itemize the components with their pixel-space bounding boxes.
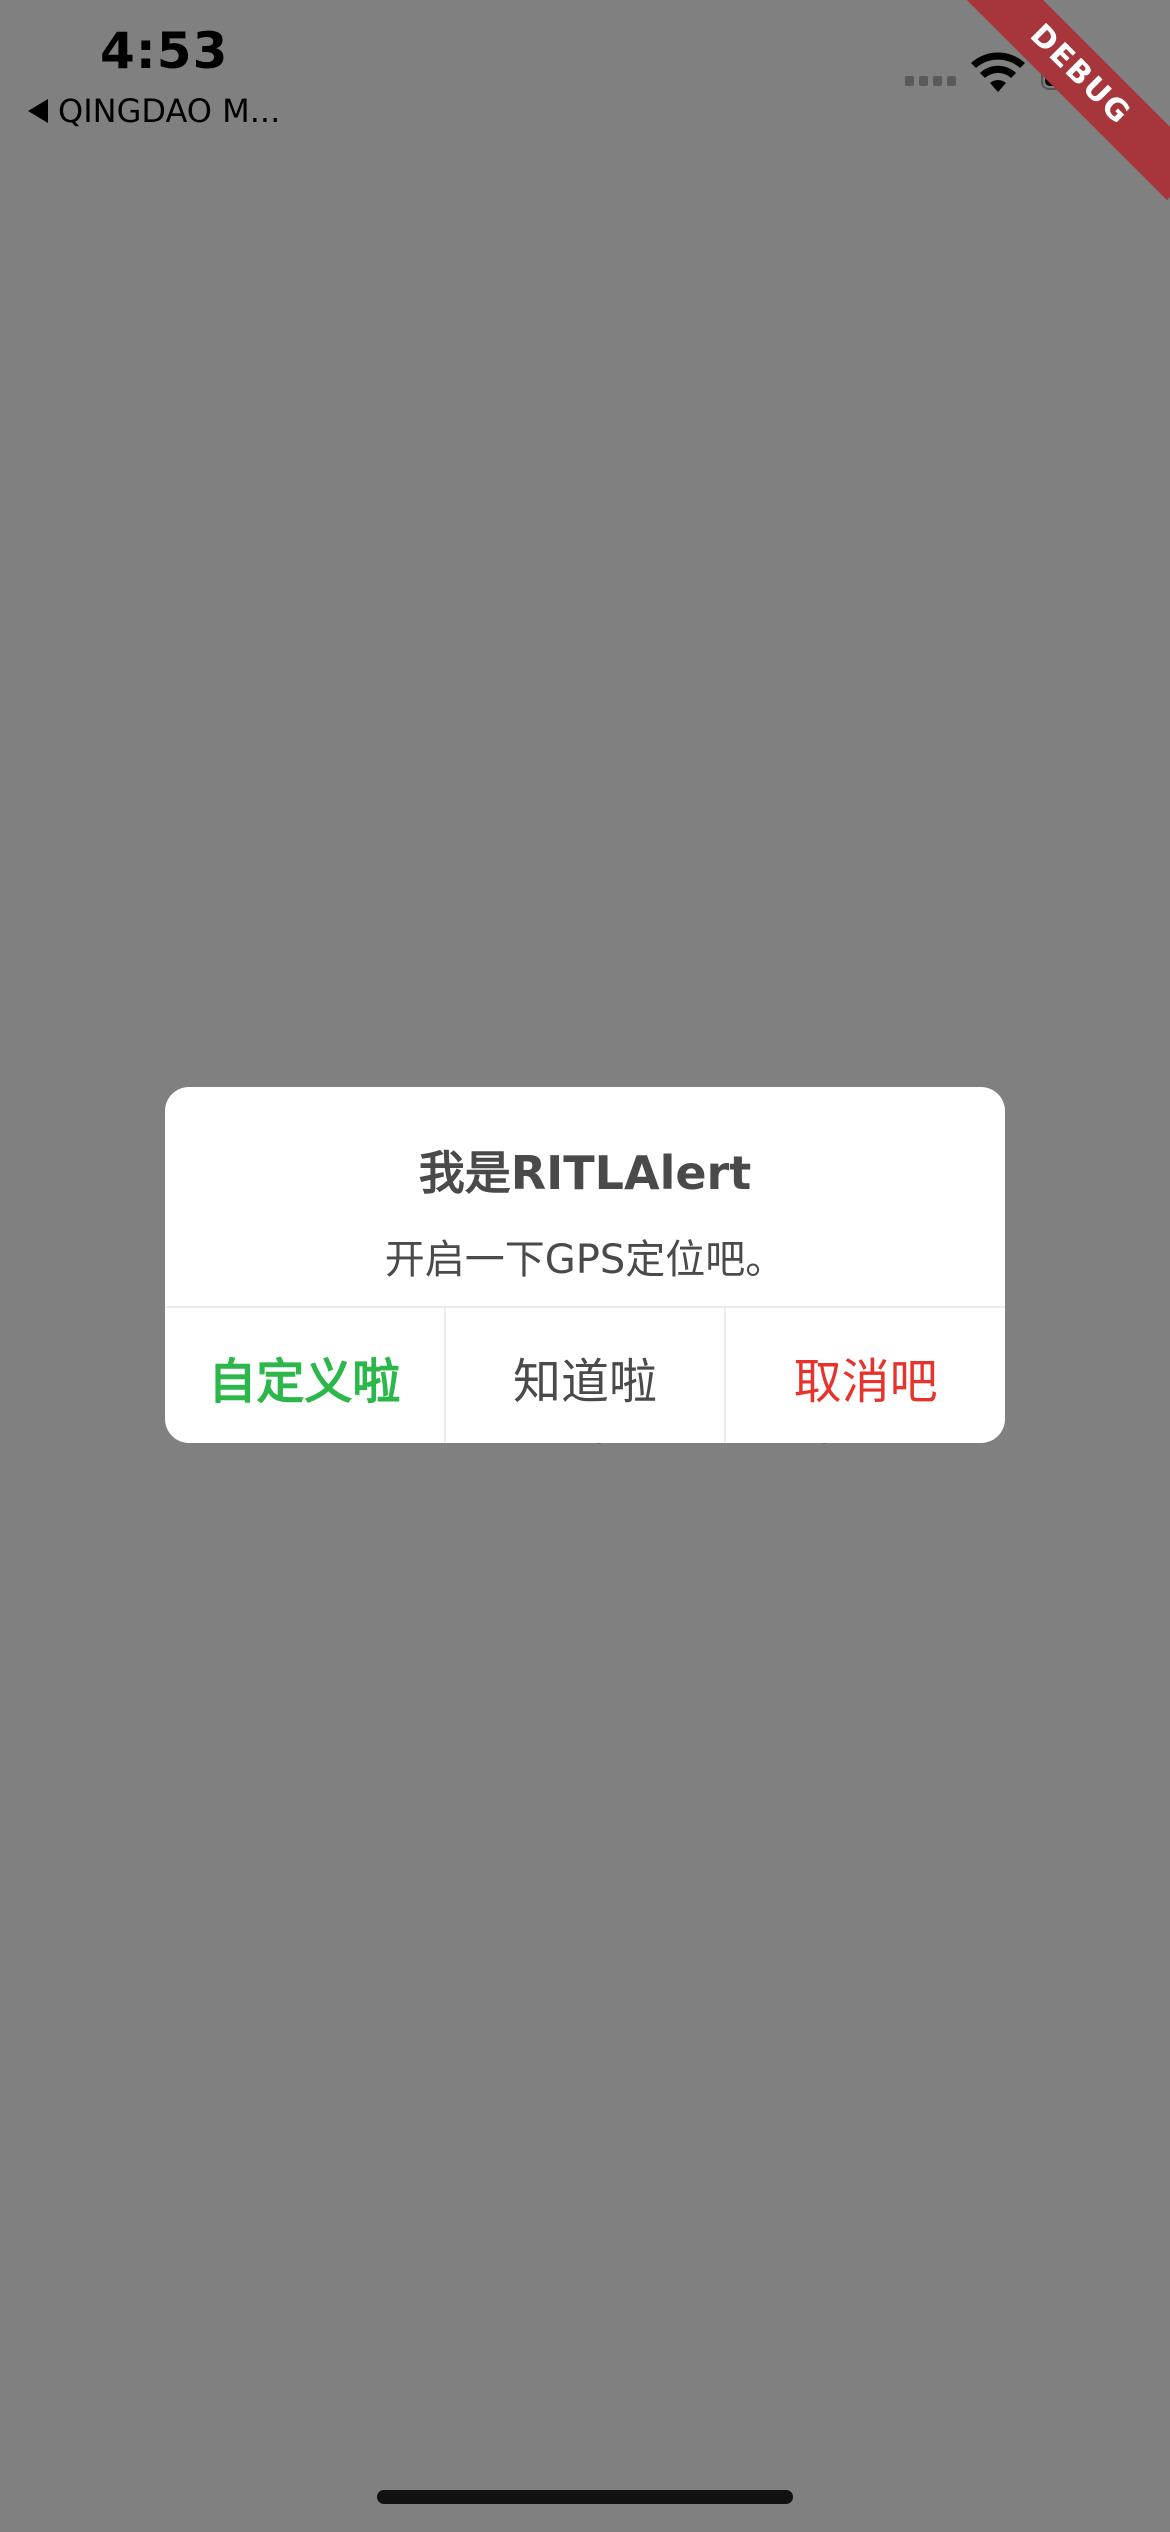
know-action-button[interactable]: 知道啦 <box>443 1308 725 1443</box>
back-app-label: QINGDAO M... <box>58 92 281 130</box>
alert-dialog: 我是RITLAlert 开启一下GPS定位吧。 自定义啦 知道啦 取消吧 <box>165 1087 1005 1443</box>
debug-banner: DEBUG <box>954 0 1170 201</box>
wifi-icon <box>971 52 1025 92</box>
cancel-action-button[interactable]: 取消吧 <box>724 1308 1005 1443</box>
back-to-app-button[interactable]: QINGDAO M... <box>28 92 280 130</box>
alert-title: 我是RITLAlert <box>418 1146 752 1200</box>
alert-actions: 自定义啦 知道啦 取消吧 <box>165 1306 1005 1443</box>
alert-message: 开启一下GPS定位吧。 <box>384 1237 786 1283</box>
home-indicator[interactable] <box>377 2490 793 2504</box>
back-arrow-icon <box>28 99 48 123</box>
custom-action-button[interactable]: 自定义啦 <box>165 1308 444 1443</box>
status-time: 4:53 <box>100 22 229 80</box>
cellular-signal-icon <box>905 76 956 86</box>
